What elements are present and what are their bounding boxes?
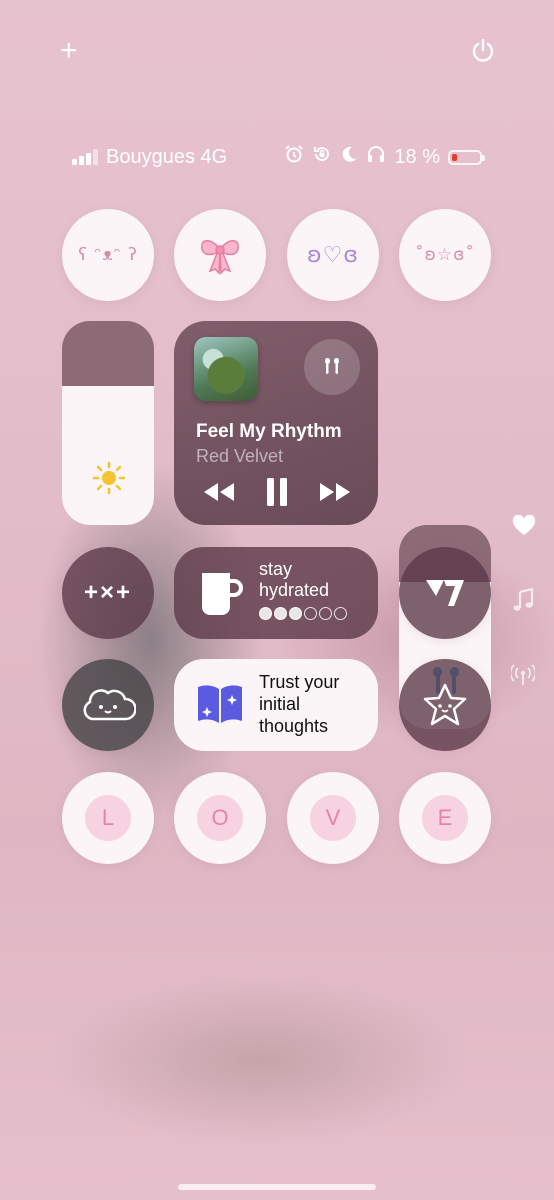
affirmation-line2: initial bbox=[259, 694, 301, 714]
home-indicator[interactable] bbox=[178, 1184, 376, 1190]
affirmation-line1: Trust your bbox=[259, 672, 340, 692]
stay-hydrated-widget[interactable]: stay hydrated bbox=[174, 547, 378, 639]
signal-icon bbox=[72, 149, 98, 165]
cloud-button[interactable] bbox=[62, 659, 154, 751]
hydration-dot bbox=[289, 607, 302, 620]
battery-percent: 18 % bbox=[394, 145, 440, 168]
letter-v-button[interactable]: V bbox=[287, 772, 379, 864]
kaomoji-star-button[interactable]: ˚ʚ☆ɞ˚ bbox=[399, 209, 491, 301]
power-icon[interactable] bbox=[470, 38, 496, 64]
headphones-icon bbox=[366, 144, 386, 170]
plus-times-plus-button[interactable]: +×+ bbox=[62, 547, 154, 639]
song-title: Feel My Rhythm bbox=[196, 421, 342, 442]
mug-icon bbox=[202, 573, 243, 615]
letter-e-button[interactable]: E bbox=[399, 772, 491, 864]
hydration-dot bbox=[319, 607, 332, 620]
pause-icon[interactable] bbox=[264, 477, 290, 512]
kaomoji-heart-button[interactable]: ʚ♡ɞ bbox=[287, 209, 379, 301]
now-playing-tile[interactable]: Feel My Rhythm Red Velvet bbox=[174, 321, 378, 525]
affirmation-widget[interactable]: Trust your initial thoughts bbox=[174, 659, 378, 751]
seventeen-logo-button[interactable] bbox=[399, 547, 491, 639]
brightness-fill bbox=[62, 386, 154, 525]
affirmation-line3: thoughts bbox=[259, 716, 329, 736]
open-book-icon bbox=[198, 685, 242, 723]
heart-icon[interactable] bbox=[512, 514, 536, 542]
hydrated-line2: hydrated bbox=[259, 580, 330, 600]
rewind-icon[interactable] bbox=[202, 481, 236, 508]
artist-name: Red Velvet bbox=[196, 446, 284, 466]
letter-o-button[interactable]: O bbox=[174, 772, 266, 864]
carrier-label: Bouygues 4G bbox=[106, 145, 228, 168]
moon-icon bbox=[340, 145, 358, 169]
star-button[interactable] bbox=[399, 659, 491, 751]
hydrated-line1: stay bbox=[259, 559, 293, 579]
status-bar: Bouygues 4G 18 % bbox=[72, 144, 485, 170]
sun-icon bbox=[92, 461, 126, 495]
airpods-icon bbox=[325, 358, 339, 374]
bow-button[interactable] bbox=[174, 209, 266, 301]
star-face-icon bbox=[423, 683, 467, 726]
letter-l-button[interactable]: L bbox=[62, 772, 154, 864]
music-note-icon[interactable] bbox=[512, 587, 534, 617]
hydration-progress bbox=[259, 607, 347, 620]
alarm-icon bbox=[284, 144, 304, 170]
airplay-audio-button[interactable] bbox=[304, 339, 360, 395]
hydration-dot bbox=[334, 607, 347, 620]
cloud-face-icon bbox=[83, 689, 136, 721]
seventeen-logo-icon bbox=[426, 580, 464, 606]
bow-icon bbox=[201, 240, 239, 275]
album-art bbox=[194, 337, 258, 401]
kaomoji-bear-button[interactable]: ʕ ᵔᴥᵔ ʔ bbox=[62, 209, 154, 301]
fast-forward-icon[interactable] bbox=[318, 481, 352, 508]
add-button[interactable]: + bbox=[60, 36, 78, 66]
brightness-slider[interactable] bbox=[62, 321, 154, 525]
rotation-lock-icon bbox=[312, 144, 332, 170]
broadcast-icon[interactable] bbox=[509, 664, 537, 691]
hydration-dot bbox=[259, 607, 272, 620]
battery-icon bbox=[448, 149, 485, 165]
hydration-dot bbox=[304, 607, 317, 620]
hydration-dot bbox=[274, 607, 287, 620]
